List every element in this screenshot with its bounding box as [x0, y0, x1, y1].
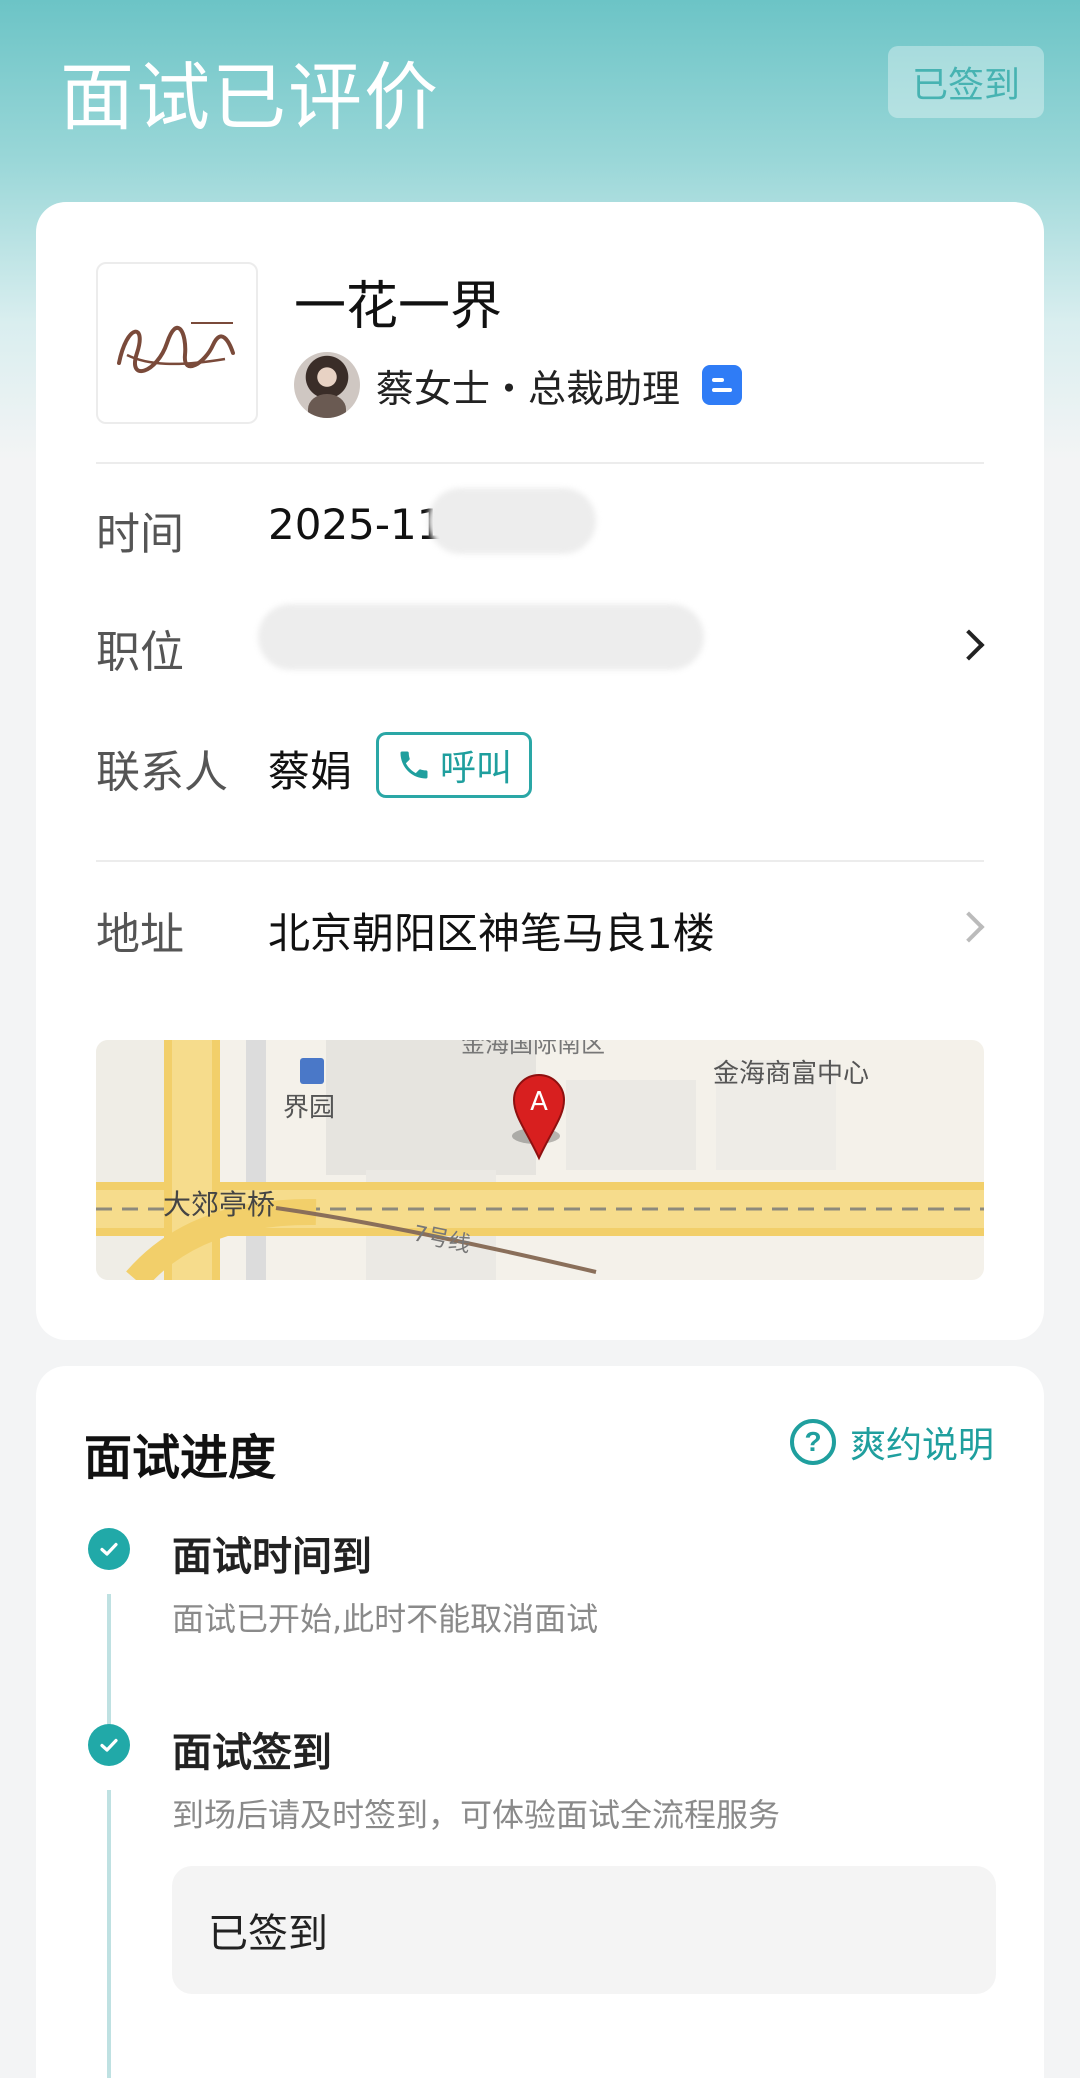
- interview-info-card: 一花一界 蔡女士・总裁助理 时间 2025-11- 职位 联系人 蔡娟 呼叫 地…: [36, 202, 1044, 1340]
- company-name: 一花一界: [294, 277, 503, 337]
- page-title: 面试已评价: [60, 55, 440, 141]
- divider: [96, 860, 984, 862]
- marker-label: A: [530, 1087, 548, 1117]
- step-desc: 到场后请及时签到，可体验面试全流程服务: [172, 1796, 781, 1834]
- call-button[interactable]: 呼叫: [376, 732, 532, 798]
- address-label: 地址: [96, 909, 184, 960]
- recruiter-name-title: 蔡女士・总裁助理: [376, 366, 681, 411]
- time-label: 时间: [96, 509, 184, 560]
- no-show-explain-link[interactable]: ? 爽约说明: [790, 1414, 994, 1470]
- company-logo-graphic: [117, 322, 235, 374]
- recruiter-row[interactable]: 蔡女士・总裁助理: [294, 352, 743, 418]
- step-desc: 面试已开始,此时不能取消面试: [172, 1600, 599, 1638]
- no-show-explain-label: 爽约说明: [850, 1425, 995, 1466]
- step-complete-check-icon: [88, 1724, 130, 1766]
- call-button-label: 呼叫: [439, 748, 512, 789]
- chat-badge-icon[interactable]: [702, 365, 743, 405]
- recruiter-avatar: [294, 352, 360, 418]
- building-icon: [300, 1058, 324, 1084]
- address-chevron-icon[interactable]: [953, 911, 985, 943]
- phone-icon: [400, 751, 428, 779]
- step-complete-check-icon: [88, 1528, 130, 1570]
- contact-name: 蔡娟: [268, 747, 353, 796]
- step-title: 面试时间到: [172, 1534, 372, 1580]
- position-redacted[interactable]: [258, 604, 704, 670]
- interview-progress-card: 面试进度 ? 爽约说明 面试时间到 面试已开始,此时不能取消面试 面试签到 到场…: [36, 1366, 1044, 2078]
- progress-title: 面试进度: [84, 1430, 277, 1486]
- position-chevron-icon[interactable]: [953, 629, 985, 661]
- map-label-jieyuan: 界园: [283, 1093, 335, 1123]
- checkin-status-box: 已签到: [172, 1866, 996, 1994]
- step-title: 面试签到: [172, 1730, 332, 1776]
- map-canvas: 金海国际南区 金海商富中心 界园 大郊亭桥 7号线 A: [96, 1040, 984, 1280]
- map-label-dajiaoting: 大郊亭桥: [163, 1188, 275, 1221]
- address-value[interactable]: 北京朝阳区神笔马良1楼: [268, 900, 715, 961]
- contact-label: 联系人: [96, 747, 228, 798]
- position-label: 职位: [96, 627, 184, 678]
- map-label-jinhai-center: 金海商富中心: [713, 1059, 869, 1089]
- question-icon: ?: [790, 1419, 836, 1465]
- checked-in-button[interactable]: 已签到: [888, 46, 1044, 118]
- location-map[interactable]: 金海国际南区 金海商富中心 界园 大郊亭桥 7号线 A: [96, 1040, 984, 1280]
- timeline-connector: [107, 1790, 111, 2078]
- company-logo: [96, 262, 258, 424]
- timeline-connector: [107, 1594, 111, 1736]
- divider: [96, 462, 984, 464]
- map-label-jinhai-south: 金海国际南区: [461, 1040, 605, 1058]
- time-redacted: [428, 488, 596, 554]
